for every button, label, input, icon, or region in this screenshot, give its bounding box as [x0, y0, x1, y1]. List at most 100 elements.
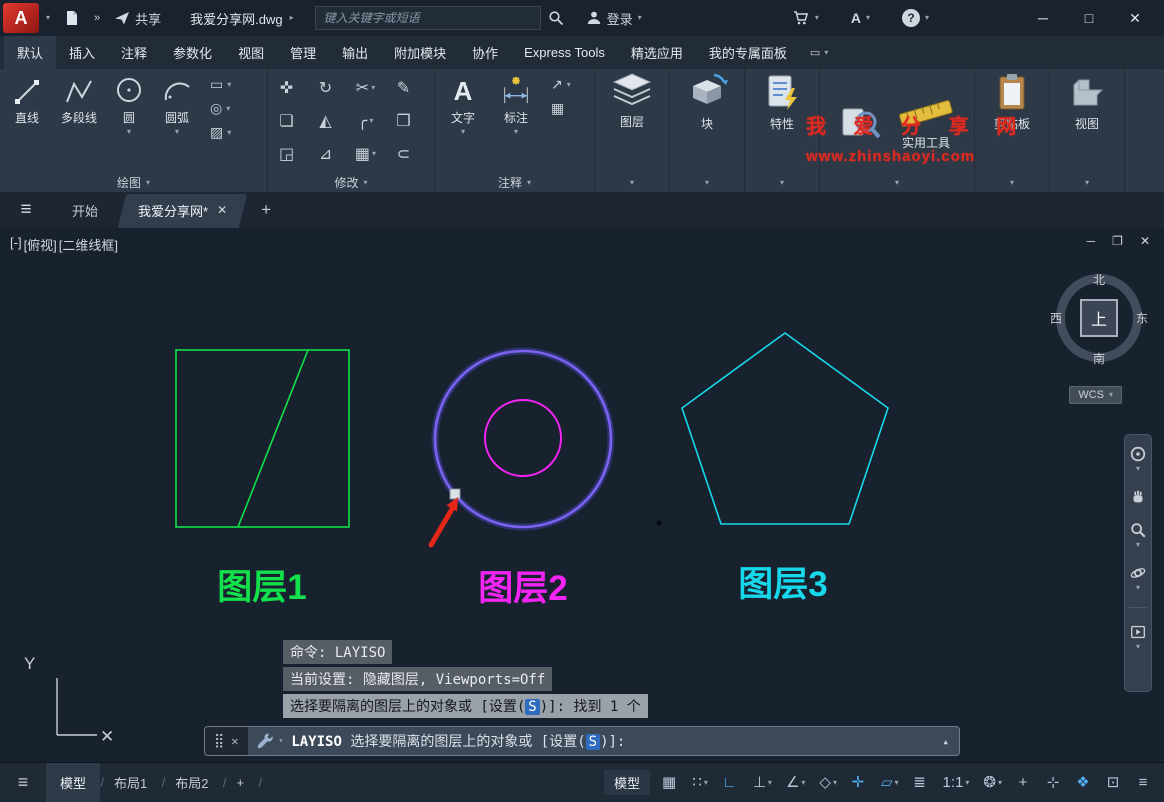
donut-tool[interactable]: ◎ ▾: [210, 100, 231, 117]
annotation-monitor-icon[interactable]: +: [1014, 770, 1034, 796]
command-line-grip[interactable]: ⣿ ✕: [205, 727, 248, 755]
viewport-menu[interactable]: [-]: [10, 235, 22, 254]
polyline-tool[interactable]: 多段线: [52, 72, 106, 173]
array-tool[interactable]: ▦ ▾: [355, 144, 376, 164]
close-button[interactable]: ✕: [1112, 0, 1158, 36]
show-motion-button[interactable]: ▾: [1129, 623, 1147, 651]
app-store-button[interactable]: ▾: [786, 10, 826, 26]
pan-button[interactable]: [1129, 488, 1147, 506]
autodesk-access-button[interactable]: A ▾: [844, 10, 877, 26]
layer2-inner-circle[interactable]: [484, 399, 562, 477]
properties-button[interactable]: [762, 72, 802, 112]
viewport-minimize-icon[interactable]: ─: [1087, 234, 1096, 248]
view-button[interactable]: [1067, 72, 1107, 112]
drawing-area[interactable]: [-] [俯视] [二维线框] ─ ❐ ✕ 图层1 图层2 图层3 Y ✕ 北 …: [0, 228, 1164, 762]
ribbon-tab[interactable]: 输出: [329, 36, 381, 69]
panel-block-expand[interactable]: ▾: [670, 173, 744, 192]
rectangle-tool[interactable]: ▭ ▾: [210, 76, 231, 93]
clean-screen-icon[interactable]: ⊡: [1104, 770, 1124, 796]
ribbon-tab[interactable]: 附加模块: [381, 36, 459, 69]
layer1-diagonal-line[interactable]: [237, 349, 309, 528]
minimize-button[interactable]: ─: [1020, 0, 1066, 36]
panel-layers-expand[interactable]: ▾: [595, 173, 669, 192]
drag-handle-icon[interactable]: ⣿: [214, 733, 224, 749]
sign-in-button[interactable]: 登录 ▾: [579, 0, 649, 36]
workspace-gear-icon[interactable]: ❂ ▾: [981, 770, 1004, 796]
isodraft-icon[interactable]: ◇ ▾: [817, 770, 839, 796]
wcs-menu[interactable]: WCS ▾: [1069, 386, 1122, 404]
command-line[interactable]: ⣿ ✕ ▾ LAYISO 选择要隔离的图层上的对象或 [设置(S)]: ▴: [204, 726, 960, 756]
drawing-canvas[interactable]: 图层1 图层2 图层3 Y ✕: [0, 228, 1164, 762]
customization-wrench-icon[interactable]: [256, 732, 274, 750]
ribbon-tab[interactable]: 我的专属面板: [696, 36, 800, 69]
recent-commands-caret[interactable]: ▾: [279, 737, 284, 745]
title-caret[interactable]: ▸: [283, 0, 301, 36]
layers-button[interactable]: [610, 72, 654, 110]
leader-tool[interactable]: ↗ ▾: [551, 76, 571, 93]
navigation-wheel-button[interactable]: ▾: [1129, 445, 1147, 473]
panel-clipboard-expand[interactable]: ▾: [975, 173, 1049, 192]
compass-south[interactable]: 南: [1093, 350, 1105, 367]
search-button[interactable]: [541, 0, 571, 36]
file-tab-menu-icon[interactable]: ≡: [0, 192, 52, 228]
layer3-label-text[interactable]: 图层3: [738, 565, 827, 604]
file-tab-active-doc[interactable]: 我爱分享网* ✕: [118, 192, 247, 228]
units-icon[interactable]: ⊹: [1044, 770, 1064, 796]
panel-utilities-expand[interactable]: ▾: [820, 173, 974, 192]
compass-west[interactable]: 西: [1050, 310, 1062, 327]
ribbon-display-toggle[interactable]: ▭ ▾: [800, 36, 838, 69]
erase-tool[interactable]: ✎: [397, 78, 412, 98]
offset-tool[interactable]: ⊂: [397, 144, 412, 164]
selection-grip[interactable]: [449, 488, 461, 500]
ribbon-tab[interactable]: 插入: [56, 36, 108, 69]
stretch-tool[interactable]: ◲: [279, 144, 296, 164]
app-logo[interactable]: A: [3, 3, 39, 33]
ribbon-tab[interactable]: 管理: [277, 36, 329, 69]
maximize-button[interactable]: □: [1066, 0, 1112, 36]
match-properties-button[interactable]: [838, 103, 882, 143]
model-space-toggle[interactable]: 模型: [603, 770, 650, 795]
panel-properties-expand[interactable]: ▾: [745, 173, 819, 192]
arc-tool[interactable]: 圆弧 ▾: [152, 72, 202, 173]
ribbon-tab[interactable]: 精选应用: [618, 36, 696, 69]
annotation-scale-icon[interactable]: 1:1 ▾: [941, 770, 972, 796]
compass-east[interactable]: 东: [1136, 310, 1148, 327]
search-input[interactable]: [314, 6, 541, 30]
object-snap-tracking-icon[interactable]: ✛: [849, 770, 869, 796]
isolate-objects-icon[interactable]: ❖: [1074, 770, 1094, 796]
ribbon-tab[interactable]: 协作: [459, 36, 511, 69]
polar-tracking-icon[interactable]: ∠ ▾: [784, 770, 807, 796]
block-button[interactable]: [685, 72, 729, 112]
command-prompt[interactable]: LAYISO 选择要隔离的图层上的对象或 [设置(S)]:: [291, 731, 625, 751]
point-marker[interactable]: [656, 520, 662, 526]
explode-tool[interactable]: ❒: [396, 111, 412, 131]
circle-tool[interactable]: 圆 ▾: [106, 72, 152, 173]
hatch-tool[interactable]: ▨ ▾: [210, 124, 231, 141]
dynamic-input-icon[interactable]: ∟: [720, 770, 741, 796]
move-tool[interactable]: ✜: [280, 78, 295, 98]
viewport-view-control[interactable]: [俯视]: [24, 235, 57, 254]
ribbon-tab[interactable]: 注释: [108, 36, 160, 69]
layer3-pentagon[interactable]: [681, 332, 889, 525]
panel-annotation-label[interactable]: 注释 ▾: [435, 173, 594, 192]
new-drawing-button[interactable]: [57, 0, 87, 36]
layout-tab[interactable]: +: [222, 763, 261, 802]
layout-tab[interactable]: 模型: [46, 763, 104, 802]
lineweight-icon[interactable]: ≣: [911, 770, 931, 796]
grid-icon[interactable]: ▦: [660, 770, 680, 796]
zoom-button[interactable]: ▾: [1129, 521, 1147, 549]
quick-access-expand[interactable]: »: [87, 0, 107, 36]
clipboard-button[interactable]: [992, 72, 1032, 112]
help-button[interactable]: ? ▾: [895, 9, 936, 27]
ribbon-tab[interactable]: 参数化: [160, 36, 225, 69]
viewport-visual-style-control[interactable]: [二维线框]: [59, 235, 118, 254]
layer2-outer-circle[interactable]: [433, 349, 613, 529]
new-tab-button[interactable]: +: [247, 192, 285, 228]
trim-tool[interactable]: ✂ ▾: [356, 78, 375, 98]
rotate-tool[interactable]: ↻: [319, 78, 334, 98]
view-cube-top-face[interactable]: 上: [1080, 299, 1118, 337]
settings-option-button[interactable]: S: [585, 734, 601, 750]
panel-draw-label[interactable]: 绘图 ▾: [0, 173, 267, 192]
command-history-expand-icon[interactable]: ▴: [942, 735, 949, 748]
layer1-label-text[interactable]: 图层1: [217, 568, 306, 607]
